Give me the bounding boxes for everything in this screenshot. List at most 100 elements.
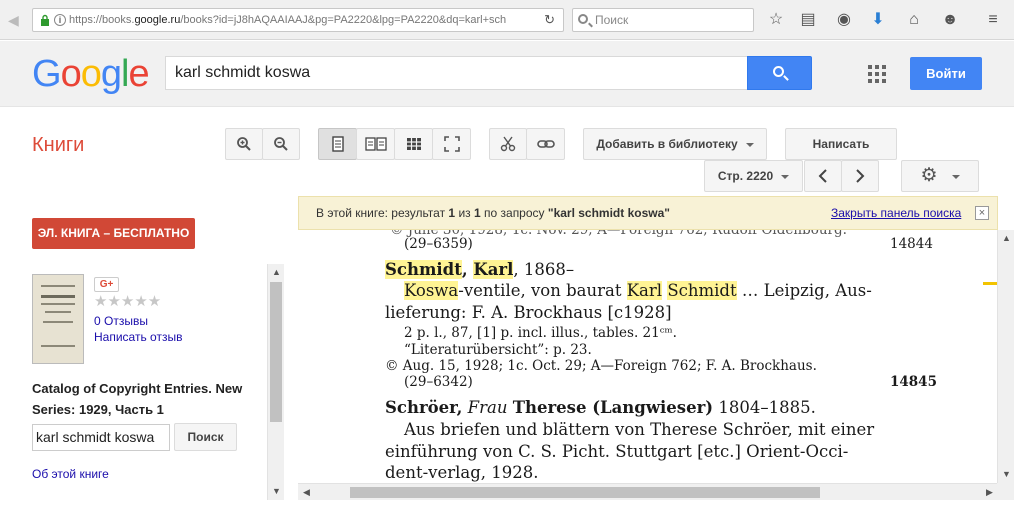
logo-letter: o	[80, 53, 102, 95]
zoom-out-button[interactable]	[262, 128, 300, 160]
zoom-in-button[interactable]	[225, 128, 263, 160]
page-select-dropdown[interactable]: Стр. 2220	[704, 160, 803, 192]
add-to-library-button[interactable]: Добавить в библиотеку	[583, 128, 767, 160]
free-ebook-button[interactable]: ЭЛ. КНИГА – БЕСПЛАТНО	[32, 218, 195, 249]
previous-page-button[interactable]	[804, 160, 842, 192]
chat-icon[interactable]: ☻	[940, 10, 960, 30]
in-book-search-button[interactable]: Поиск	[174, 423, 237, 451]
notice-text: по запросу	[480, 206, 548, 220]
menu-icon[interactable]: ≡	[983, 10, 1003, 30]
next-page-button[interactable]	[841, 160, 879, 192]
search-hit-marker	[983, 282, 997, 285]
download-icon[interactable]: ⬇	[868, 10, 888, 30]
entry-number-line: (29–6359)	[404, 236, 473, 252]
in-book-search-input[interactable]: karl schmidt koswa	[32, 424, 170, 451]
fullscreen-icon	[443, 136, 460, 152]
write-review-link[interactable]: Написать отзыв	[94, 330, 182, 344]
entry-number-line: (29–6342)	[404, 374, 473, 390]
reviews-link[interactable]: 0 Отзывы	[94, 314, 148, 328]
scroll-left-icon[interactable]: ◀	[298, 484, 315, 501]
back-arrow-icon[interactable]: ◀	[8, 12, 19, 29]
book-cover-thumbnail[interactable]	[32, 274, 84, 364]
close-icon[interactable]: ×	[975, 206, 989, 220]
scrollbar-thumb[interactable]	[270, 282, 282, 422]
two-page-icon	[364, 137, 387, 151]
entry-number: 14845	[890, 374, 937, 390]
link-button[interactable]	[526, 128, 565, 160]
entry-text-line: lieferung: F. A. Brockhaus [c1928]	[385, 303, 672, 322]
clip-button[interactable]	[489, 128, 527, 160]
scroll-down-icon[interactable]: ▼	[998, 466, 1014, 483]
google-header: Google karl schmidt koswa Войти	[0, 41, 1014, 107]
login-button[interactable]: Войти	[910, 57, 982, 90]
fullscreen-button[interactable]	[432, 128, 471, 160]
home-icon[interactable]: ⌂	[904, 10, 924, 30]
entry-text-line: Aus briefen und blättern von Therese Sch…	[404, 420, 875, 439]
grid-view-button[interactable]	[394, 128, 433, 160]
browser-toolbar: ◀ i https://books.google.ru/books?id=jJ8…	[0, 0, 1014, 40]
book-page: © June 30, 1928; 1c. Nov. 29; A—Foreign …	[300, 230, 997, 482]
address-bar[interactable]: i https://books.google.ru/books?id=jJ8hA…	[32, 8, 564, 32]
books-section-title[interactable]: Книги	[32, 134, 84, 157]
reading-list-icon[interactable]: ▤	[798, 10, 818, 30]
search-input[interactable]: karl schmidt koswa	[165, 56, 748, 90]
lock-icon	[41, 14, 49, 26]
logo-letter: G	[32, 53, 62, 95]
url-text: https://books.google.ru/books?id=jJ8hAQA…	[69, 14, 507, 26]
entry-text-line: © Aug. 15, 1928; 1c. Oct. 29; A—Foreign …	[385, 358, 817, 374]
zoom-in-icon	[237, 137, 251, 151]
entry-text-line: Koswa-ventile, von baurat Karl Schmidt ……	[404, 281, 872, 300]
scroll-up-icon[interactable]: ▲	[268, 264, 285, 281]
scrollbar-corner	[997, 483, 1014, 500]
search-icon	[773, 66, 784, 77]
close-search-panel-link[interactable]: Закрыть панель поиска	[831, 197, 961, 229]
notice-query: "karl schmidt koswa"	[547, 206, 670, 220]
add-to-library-label: Добавить в библиотеку	[596, 137, 738, 151]
entry-text-line: dent-verlag, 1928.	[385, 463, 539, 482]
chevron-down-icon	[951, 175, 960, 180]
search-button[interactable]	[747, 56, 812, 90]
search-icon	[578, 14, 588, 24]
sidebar-scrollbar[interactable]: ▲ ▼	[267, 264, 284, 500]
google-plus-button[interactable]: G+	[94, 277, 119, 292]
entry-number: 14844	[890, 236, 933, 252]
logo-letter: e	[128, 53, 149, 95]
about-book-link[interactable]: Об этой книге	[32, 467, 109, 481]
bookmark-star-icon[interactable]: ☆	[766, 10, 786, 30]
browser-search-input[interactable]: Поиск	[572, 8, 754, 32]
single-page-view-button[interactable]	[318, 128, 357, 160]
rating-stars: ★★★★★	[94, 293, 162, 310]
zoom-out-icon	[274, 137, 288, 151]
link-icon	[536, 140, 555, 148]
apps-grid-icon[interactable]	[868, 65, 886, 83]
scroll-up-icon[interactable]: ▲	[998, 230, 1014, 247]
google-logo[interactable]: Google	[32, 53, 150, 96]
book-title: Catalog of Copyright Entries. New Series…	[32, 381, 243, 417]
scrollbar-thumb[interactable]	[350, 487, 820, 498]
scissors-icon	[500, 136, 516, 152]
entry-text-line: 2 p. l., 87, [1] p. incl. illus., tables…	[404, 325, 677, 341]
page-select-label: Стр. 2220	[717, 169, 774, 183]
chevron-down-icon	[745, 142, 754, 147]
grid-icon	[406, 138, 421, 150]
notice-text: В этой книге: результат	[316, 206, 449, 220]
chevron-down-icon	[781, 174, 790, 179]
settings-button[interactable]: ⚙	[901, 160, 979, 192]
scroll-down-icon[interactable]: ▼	[268, 483, 285, 500]
write-review-button[interactable]: Написать отзыв	[785, 128, 897, 181]
entry-heading: Schröer, Frau Therese (Langwieser) 1804–…	[385, 398, 816, 417]
scroll-right-icon[interactable]: ▶	[981, 484, 998, 501]
reload-icon[interactable]: ↻	[544, 9, 555, 31]
info-icon[interactable]: i	[54, 14, 66, 26]
logo-letter: o	[60, 53, 82, 95]
page-scrollbar[interactable]: ▲ ▼	[997, 230, 1014, 483]
notice-total: 1	[473, 206, 481, 220]
entry-text-line: “Literaturübersicht”: p. 23.	[404, 342, 592, 358]
entry-text-line: einführung von C. S. Picht. Stuttgart [e…	[385, 442, 849, 461]
logo-letter: l	[120, 53, 130, 95]
search-results-notice: В этой книге: результат 1 из 1 по запрос…	[298, 196, 998, 230]
gear-icon: ⚙	[920, 165, 938, 186]
page-horizontal-scrollbar[interactable]: ◀ ▶	[298, 483, 998, 500]
pocket-icon[interactable]: ◉	[834, 10, 854, 30]
two-page-view-button[interactable]	[356, 128, 395, 160]
